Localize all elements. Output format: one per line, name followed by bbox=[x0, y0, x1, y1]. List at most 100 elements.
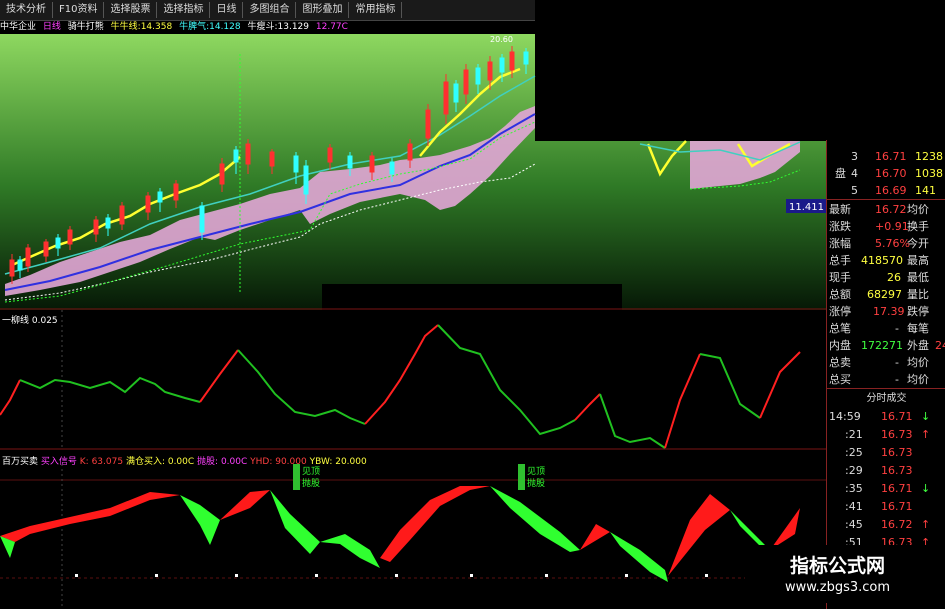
order-row-volume: 141 bbox=[915, 184, 936, 197]
order-side-label: 盘 bbox=[835, 167, 846, 180]
order-row-price: 16.69 bbox=[875, 184, 907, 197]
stat-label: 最新 bbox=[829, 203, 851, 216]
toolbar: 技术分析 F10资料 选择股票 选择指标 日线 多图组合 图形叠加 常用指标 bbox=[0, 0, 535, 21]
stat-label: 涨跌 bbox=[829, 220, 851, 233]
ticks-title-label: 分时成交 bbox=[866, 393, 907, 404]
tick-price: 16.73 bbox=[881, 446, 913, 459]
legend-item-d: 12.77C bbox=[315, 22, 348, 32]
ribbon-red-2 bbox=[220, 490, 270, 520]
stat-row: 总卖 - 均价 bbox=[827, 354, 945, 371]
signal-2-bottom-label: 抛股 bbox=[527, 477, 545, 489]
osc-line-red-4 bbox=[574, 393, 601, 421]
stat-row: 涨跌 +0.91 换手 bbox=[827, 218, 945, 235]
toolbar-button-daily[interactable]: 日线 bbox=[210, 2, 244, 18]
tick-time: :35 bbox=[845, 482, 863, 495]
order-row-index: 5 bbox=[851, 184, 858, 197]
stat-row: 最新 16.72 均价 bbox=[827, 201, 945, 218]
quote-panel: 3 16.71 1238 盘 4 16.70 1038 5 16.69 141 … bbox=[826, 140, 945, 609]
oscillator-panel[interactable] bbox=[0, 310, 826, 450]
tick-time: :25 bbox=[845, 446, 863, 459]
signal-1-bottom-label: 抛股 bbox=[302, 477, 320, 489]
legend-item-c: 牛瘦斗:13.129 bbox=[247, 22, 310, 32]
stat-label: 涨停 bbox=[829, 305, 851, 318]
tick-price: 16.71 bbox=[881, 482, 913, 495]
toolbar-button-f10[interactable]: F10资料 bbox=[53, 2, 105, 18]
stat-value: 17.39 bbox=[873, 305, 905, 318]
tick-price: 16.73 bbox=[881, 428, 913, 441]
stat-label: 总笔 bbox=[829, 322, 851, 335]
order-row-volume: 1238 bbox=[915, 150, 943, 163]
signal-2-top-label: 见顶 bbox=[527, 466, 545, 477]
ribbon-green-5 bbox=[490, 486, 580, 552]
stat-label: 现手 bbox=[829, 271, 851, 284]
osc-line-red-5 bbox=[664, 353, 701, 449]
order-row-price: 16.70 bbox=[875, 167, 907, 180]
tick-arrow-icon: ↓ bbox=[921, 410, 931, 423]
ribbon-red-5 bbox=[668, 494, 730, 576]
price-chart-svg: 11.411 20.60 bbox=[0, 34, 826, 310]
ribbon-green-7 bbox=[730, 510, 770, 550]
toolbar-button-select-stock[interactable]: 选择股票 bbox=[104, 2, 158, 18]
toolbar-button-common-indicators[interactable]: 常用指标 bbox=[349, 2, 403, 18]
toolbar-button-tech-analysis[interactable]: 技术分析 bbox=[0, 2, 53, 18]
toolbar-button-overlay[interactable]: 图形叠加 bbox=[296, 2, 350, 18]
stat-value: 16.72 bbox=[875, 203, 907, 216]
price-chart-panel[interactable]: 11.411 20.60 bbox=[0, 34, 826, 310]
osc-line-green-3 bbox=[437, 324, 576, 436]
stat-row: 总额 68297 量比 bbox=[827, 286, 945, 303]
bottom-dots bbox=[75, 574, 708, 577]
stat-label: 总买 bbox=[829, 373, 851, 386]
stat-label: 内盘 bbox=[829, 339, 851, 352]
tick-time: :45 bbox=[845, 518, 863, 531]
lower-indicator-panel[interactable]: 见顶 抛股 见顶 抛股 bbox=[0, 450, 826, 609]
ribbon-red-1 bbox=[0, 492, 180, 542]
tick-time: :41 bbox=[845, 500, 863, 513]
tick-row: :29 16.73 bbox=[827, 462, 945, 479]
ribbon-green-3 bbox=[270, 490, 320, 554]
stat-value-2: 24 bbox=[935, 339, 945, 352]
signal-1-top-label: 见顶 bbox=[302, 466, 320, 477]
stock-name: 中华企业 bbox=[0, 22, 37, 32]
indicator-name[interactable]: 骑牛打熊 bbox=[68, 22, 104, 32]
ribbon-green-2 bbox=[180, 495, 220, 545]
tick-price: 16.72 bbox=[881, 518, 913, 531]
tick-row: :45 16.72 ↑ bbox=[827, 516, 945, 533]
osc-line-green-4 bbox=[599, 393, 666, 449]
stat-row: 涨停 17.39 跌停 bbox=[827, 303, 945, 320]
osc-line-green-5 bbox=[699, 353, 761, 419]
ticks-title[interactable]: 分时成交 bbox=[827, 390, 945, 407]
stat-row: 内盘 172271 外盘 24 bbox=[827, 337, 945, 354]
stat-label-2: 均价 bbox=[907, 373, 929, 386]
stat-label: 总手 bbox=[829, 254, 851, 267]
tick-arrow-icon: ↑ bbox=[921, 428, 931, 441]
toolbar-button-multi-chart[interactable]: 多图组合 bbox=[243, 2, 297, 18]
stat-label-2: 均价 bbox=[907, 203, 929, 216]
order-row-price: 16.71 bbox=[875, 150, 907, 163]
tick-arrow-icon: ↑ bbox=[921, 518, 931, 531]
stat-label-2: 均价 bbox=[907, 356, 929, 369]
ribbon-green-6 bbox=[610, 532, 668, 582]
period-label[interactable]: 日线 bbox=[43, 22, 61, 32]
order-row: 5 16.69 141 bbox=[827, 182, 945, 200]
ribbon-red-3 bbox=[380, 486, 490, 562]
osc-line-green-1 bbox=[19, 376, 201, 403]
stat-label-2: 今开 bbox=[907, 237, 929, 250]
tick-price: 16.73 bbox=[881, 464, 913, 477]
stat-value: 418570 bbox=[861, 254, 903, 267]
stat-value: - bbox=[895, 373, 899, 386]
price-chart-blackout-bottom bbox=[322, 284, 622, 310]
order-row: 3 16.71 1238 bbox=[827, 148, 945, 165]
stat-row: 现手 26 最低 bbox=[827, 269, 945, 286]
stat-label-2: 每笔 bbox=[907, 322, 929, 335]
stat-label: 总卖 bbox=[829, 356, 851, 369]
tick-time: :29 bbox=[845, 464, 863, 477]
stat-label-2: 跌停 bbox=[907, 305, 929, 318]
tick-price: 16.71 bbox=[881, 410, 913, 423]
toolbar-button-select-indicator[interactable]: 选择指标 bbox=[157, 2, 211, 18]
stat-value: - bbox=[895, 322, 899, 335]
stat-value: 172271 bbox=[861, 339, 903, 352]
stat-label-2: 换手 bbox=[907, 220, 929, 233]
osc-line-red-2 bbox=[199, 349, 239, 403]
tick-row: 14:59 16.71 ↓ bbox=[827, 408, 945, 425]
stat-row: 涨幅 5.76% 今开 bbox=[827, 235, 945, 252]
